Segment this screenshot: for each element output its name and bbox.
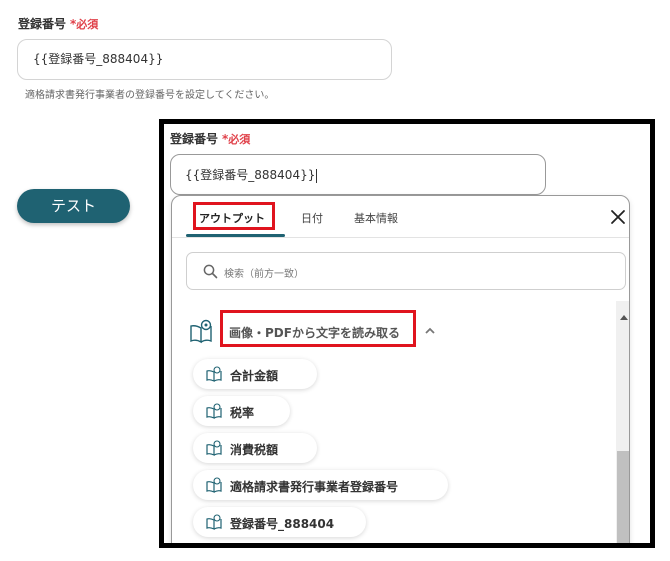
book-icon	[206, 366, 222, 382]
tab-highlight-box	[193, 202, 275, 230]
book-icon	[206, 403, 222, 419]
test-button[interactable]: テスト	[17, 189, 130, 223]
book-icon	[206, 514, 222, 530]
zoom-field-label-text: 登録番号	[170, 132, 219, 146]
zoom-inset-panel: 登録番号 *必須 {{登録番号_888404}} アウトプット 日付 基本情報 検…	[159, 119, 655, 548]
output-item-consumption-tax[interactable]: 消費税額	[193, 433, 317, 463]
chevron-up-icon[interactable]	[425, 327, 435, 334]
item-label: 適格請求書発行事業者登録番号	[230, 480, 399, 494]
book-icon	[190, 319, 212, 344]
required-text: 必須	[76, 18, 99, 31]
scrollbar-thumb[interactable]	[617, 451, 629, 543]
field-help-text: 適格請求書発行事業者の登録番号を設定してください。	[25, 90, 275, 101]
active-tab-indicator	[186, 234, 285, 237]
variable-picker-dropdown: アウトプット 日付 基本情報 検索（前方一致） 画像・PDFから文字を読み取る …	[171, 195, 630, 543]
item-label: 税率	[230, 406, 255, 420]
search-placeholder: 検索（前方一致）	[224, 269, 304, 280]
output-item-registration-number[interactable]: 登録番号_888404	[193, 507, 366, 537]
item-label: 消費税額	[230, 443, 279, 457]
item-label: 合計金額	[230, 369, 279, 383]
search-icon	[203, 264, 218, 279]
picker-tabs: アウトプット 日付 基本情報	[172, 196, 629, 238]
output-item-invoice-issuer-number[interactable]: 適格請求書発行事業者登録番号	[193, 470, 448, 500]
search-input[interactable]: 検索（前方一致）	[186, 252, 626, 290]
output-item-tax-rate[interactable]: 税率	[193, 396, 290, 426]
book-icon	[206, 440, 222, 456]
field-label: 登録番号 *必須	[18, 13, 98, 32]
zoom-registration-number-value: {{登録番号_888404}}	[185, 168, 316, 182]
registration-number-input[interactable]: {{登録番号_888404}}	[17, 39, 392, 80]
zoom-field-label: 登録番号 *必須	[170, 128, 250, 147]
book-icon	[206, 477, 222, 493]
item-label: 登録番号_888404	[230, 517, 335, 531]
field-label-text: 登録番号	[18, 17, 67, 31]
registration-number-value: {{登録番号_888404}}	[33, 52, 164, 66]
scroll-up-arrow-icon[interactable]	[620, 315, 628, 320]
group-highlight-box	[220, 310, 416, 347]
tab-date[interactable]: 日付	[301, 210, 323, 226]
tab-basic-info[interactable]: 基本情報	[354, 210, 398, 226]
close-icon[interactable]	[610, 209, 626, 225]
zoom-required-text: 必須	[228, 133, 251, 146]
zoom-registration-number-input[interactable]: {{登録番号_888404}}	[170, 154, 546, 195]
output-item-total-amount[interactable]: 合計金額	[193, 359, 317, 389]
text-caret	[316, 168, 318, 183]
